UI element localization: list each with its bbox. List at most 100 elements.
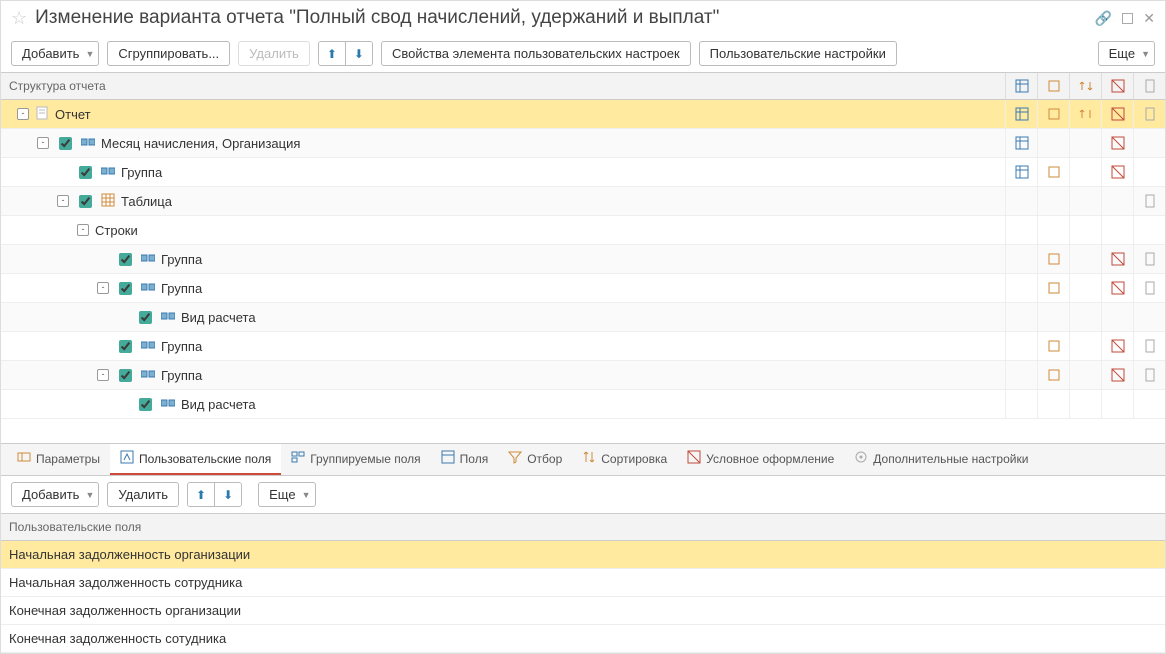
tree-row[interactable]: Группа bbox=[1, 245, 1165, 274]
row-flag-icon[interactable] bbox=[1005, 332, 1037, 360]
close-icon[interactable]: ✕ bbox=[1143, 10, 1155, 27]
row-flag-icon[interactable] bbox=[1133, 274, 1165, 302]
row-checkbox[interactable] bbox=[139, 398, 152, 411]
maximize-icon[interactable] bbox=[1122, 13, 1133, 24]
tree-row[interactable]: Вид расчета bbox=[1, 390, 1165, 419]
row-flag-icon[interactable] bbox=[1133, 303, 1165, 331]
tab-filter[interactable]: Отбор bbox=[498, 444, 572, 475]
row-flag-icon[interactable] bbox=[1037, 274, 1069, 302]
tree-row[interactable]: Группа bbox=[1, 332, 1165, 361]
row-flag-icon[interactable] bbox=[1101, 100, 1133, 128]
row-flag-icon[interactable] bbox=[1037, 245, 1069, 273]
row-flag-icon[interactable] bbox=[1133, 216, 1165, 244]
row-flag-icon[interactable] bbox=[1069, 216, 1101, 244]
row-flag-icon[interactable] bbox=[1005, 129, 1037, 157]
move-down-button[interactable]: ⬇ bbox=[345, 42, 372, 65]
bottom-delete-button[interactable]: Удалить bbox=[107, 482, 179, 507]
tab-ufields[interactable]: Пользовательские поля bbox=[110, 444, 281, 475]
row-flag-icon[interactable] bbox=[1037, 332, 1069, 360]
tree-row[interactable]: -Строки bbox=[1, 216, 1165, 245]
more-button[interactable]: Еще▼ bbox=[1098, 41, 1155, 66]
bottom-move-down-button[interactable]: ⬇ bbox=[214, 483, 241, 506]
row-flag-icon[interactable] bbox=[1133, 332, 1165, 360]
row-flag-icon[interactable] bbox=[1005, 390, 1037, 418]
list-item[interactable]: Конечная задолженность сотудника bbox=[1, 625, 1165, 653]
col-output-icon[interactable] bbox=[1133, 73, 1165, 99]
row-flag-icon[interactable] bbox=[1005, 216, 1037, 244]
tab-sort[interactable]: Сортировка bbox=[572, 444, 677, 475]
tree-row[interactable]: -Отчет bbox=[1, 100, 1165, 129]
row-flag-icon[interactable] bbox=[1133, 361, 1165, 389]
list-item[interactable]: Начальная задолженность сотрудника bbox=[1, 569, 1165, 597]
tab-cond[interactable]: Условное оформление bbox=[677, 444, 844, 475]
row-flag-icon[interactable] bbox=[1037, 216, 1069, 244]
row-flag-icon[interactable] bbox=[1133, 129, 1165, 157]
row-flag-icon[interactable] bbox=[1005, 100, 1037, 128]
row-flag-icon[interactable] bbox=[1101, 361, 1133, 389]
row-flag-icon[interactable] bbox=[1037, 100, 1069, 128]
row-flag-icon[interactable] bbox=[1005, 303, 1037, 331]
row-flag-icon[interactable] bbox=[1005, 158, 1037, 186]
expander-icon[interactable]: - bbox=[77, 224, 89, 236]
row-flag-icon[interactable] bbox=[1069, 274, 1101, 302]
tree-row[interactable]: -Таблица bbox=[1, 187, 1165, 216]
tab-extra[interactable]: Дополнительные настройки bbox=[844, 444, 1038, 475]
link-icon[interactable]: 🔗 bbox=[1095, 10, 1112, 27]
add-button[interactable]: Добавить▼ bbox=[11, 41, 99, 66]
row-flag-icon[interactable] bbox=[1101, 303, 1133, 331]
row-flag-icon[interactable] bbox=[1101, 390, 1133, 418]
col-sort-icon[interactable] bbox=[1069, 73, 1101, 99]
row-flag-icon[interactable] bbox=[1133, 187, 1165, 215]
row-checkbox[interactable] bbox=[139, 311, 152, 324]
tree-row[interactable]: -Группа bbox=[1, 274, 1165, 303]
row-flag-icon[interactable] bbox=[1037, 187, 1069, 215]
row-flag-icon[interactable] bbox=[1005, 274, 1037, 302]
row-flag-icon[interactable] bbox=[1101, 245, 1133, 273]
tree-row[interactable]: Группа bbox=[1, 158, 1165, 187]
row-flag-icon[interactable] bbox=[1101, 216, 1133, 244]
tree-row[interactable]: -Группа bbox=[1, 361, 1165, 390]
row-flag-icon[interactable] bbox=[1037, 303, 1069, 331]
list-item[interactable]: Начальная задолженность организации bbox=[1, 541, 1165, 569]
expander-icon[interactable]: - bbox=[37, 137, 49, 149]
favorite-icon[interactable]: ☆ bbox=[11, 8, 27, 29]
list-body[interactable]: Начальная задолженность организацииНачал… bbox=[1, 541, 1165, 653]
expander-icon[interactable]: - bbox=[97, 282, 109, 294]
row-flag-icon[interactable] bbox=[1069, 158, 1101, 186]
col-filter-icon[interactable] bbox=[1037, 73, 1069, 99]
row-flag-icon[interactable] bbox=[1133, 100, 1165, 128]
row-flag-icon[interactable] bbox=[1037, 361, 1069, 389]
row-checkbox[interactable] bbox=[79, 195, 92, 208]
row-flag-icon[interactable] bbox=[1069, 303, 1101, 331]
tree-row[interactable]: Вид расчета bbox=[1, 303, 1165, 332]
row-flag-icon[interactable] bbox=[1101, 187, 1133, 215]
group-button[interactable]: Сгруппировать... bbox=[107, 41, 230, 66]
tree-body[interactable]: -Отчет-Месяц начисления, ОрганизацияГруп… bbox=[1, 100, 1165, 443]
tree-row[interactable]: -Месяц начисления, Организация bbox=[1, 129, 1165, 158]
user-settings-button[interactable]: Пользовательские настройки bbox=[699, 41, 897, 66]
expander-icon[interactable]: - bbox=[57, 195, 69, 207]
row-flag-icon[interactable] bbox=[1101, 129, 1133, 157]
bottom-more-button[interactable]: Еще▼ bbox=[258, 482, 315, 507]
row-flag-icon[interactable] bbox=[1069, 361, 1101, 389]
row-checkbox[interactable] bbox=[79, 166, 92, 179]
bottom-move-up-button[interactable]: ⬆ bbox=[188, 483, 214, 506]
row-checkbox[interactable] bbox=[119, 369, 132, 382]
row-flag-icon[interactable] bbox=[1069, 187, 1101, 215]
row-flag-icon[interactable] bbox=[1069, 100, 1101, 128]
row-flag-icon[interactable] bbox=[1069, 129, 1101, 157]
row-flag-icon[interactable] bbox=[1005, 361, 1037, 389]
bottom-add-button[interactable]: Добавить▼ bbox=[11, 482, 99, 507]
col-fields-icon[interactable] bbox=[1005, 73, 1037, 99]
move-up-button[interactable]: ⬆ bbox=[319, 42, 345, 65]
row-flag-icon[interactable] bbox=[1037, 158, 1069, 186]
row-flag-icon[interactable] bbox=[1069, 245, 1101, 273]
row-flag-icon[interactable] bbox=[1069, 332, 1101, 360]
row-flag-icon[interactable] bbox=[1069, 390, 1101, 418]
row-flag-icon[interactable] bbox=[1037, 129, 1069, 157]
col-cond-icon[interactable] bbox=[1101, 73, 1133, 99]
row-flag-icon[interactable] bbox=[1037, 390, 1069, 418]
row-flag-icon[interactable] bbox=[1133, 390, 1165, 418]
row-flag-icon[interactable] bbox=[1101, 274, 1133, 302]
row-flag-icon[interactable] bbox=[1005, 187, 1037, 215]
